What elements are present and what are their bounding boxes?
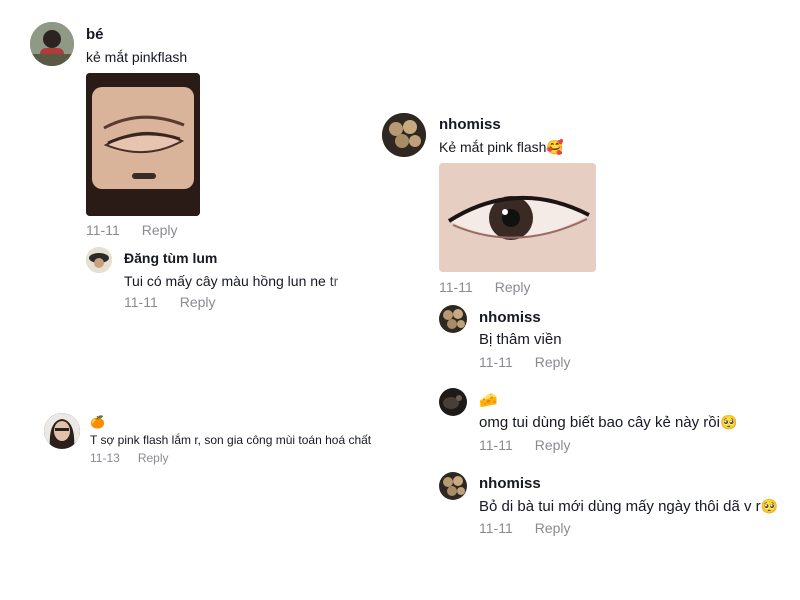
comment-date: 11-11 <box>86 222 120 238</box>
avatar[interactable] <box>86 247 112 273</box>
avatar[interactable] <box>439 472 467 500</box>
reply-text: Bị thâm viền <box>479 331 562 348</box>
comment-meta: 11-13 Reply <box>90 451 169 465</box>
reply-button[interactable]: Reply <box>495 279 531 295</box>
comment-date: 11-13 <box>90 451 120 465</box>
reply-text-body: Bỏ di bà tui mới dùng mấy ngày thôi dã v… <box>479 498 761 515</box>
pleading-face-icon: 🥺 <box>719 414 738 430</box>
comment-text-body: Kẻ mắt pink flash <box>439 139 547 155</box>
smiling-face-hearts-icon: 🥰 <box>546 139 564 155</box>
reply-date: 11-11 <box>479 437 513 453</box>
comment-author[interactable]: nhomiss <box>439 116 501 133</box>
reply-author[interactable]: nhomiss <box>479 475 541 492</box>
reply-text: Tui có mấy cây màu hồng lun ne tr <box>124 273 339 289</box>
comment-text: T sợ pink flash lắm r, son gia công mùi … <box>90 433 372 447</box>
avatar[interactable] <box>439 388 467 416</box>
avatar-photo-icon <box>439 472 467 500</box>
reply-text-body: omg tui dùng biết bao cây kẻ này rồi <box>479 414 720 431</box>
comment-photo[interactable] <box>439 163 596 272</box>
avatar[interactable] <box>44 413 80 449</box>
comment-date: 11-11 <box>439 279 473 295</box>
comment-author[interactable]: bé <box>86 26 104 43</box>
comment-photo[interactable] <box>86 73 200 216</box>
reply-date: 11-11 <box>479 520 513 536</box>
reply-button[interactable]: Reply <box>142 222 178 238</box>
eye-photo-icon <box>439 163 596 272</box>
reply-text: omg tui dùng biết bao cây kẻ này rồi🥺 <box>479 414 737 431</box>
reply-button[interactable]: Reply <box>180 294 216 310</box>
comment-meta: 11-11 Reply <box>86 222 178 238</box>
reply-author-emoji[interactable]: 🧀 <box>479 391 498 409</box>
reply-date: 11-11 <box>124 294 158 310</box>
reply-button[interactable]: Reply <box>138 451 169 465</box>
avatar[interactable] <box>382 113 426 157</box>
avatar-photo-icon <box>44 413 80 449</box>
comment-text: Kẻ mắt pink flash🥰 <box>439 139 564 156</box>
reply-button[interactable]: Reply <box>535 437 571 453</box>
eye-photo-icon <box>86 73 200 216</box>
reply-button[interactable]: Reply <box>535 520 571 536</box>
reply-meta: 11-11 Reply <box>124 294 216 310</box>
reply-meta: 11-11 Reply <box>479 354 571 370</box>
reply-meta: 11-11 Reply <box>479 437 571 453</box>
reply-meta: 11-11 Reply <box>479 520 571 536</box>
avatar-photo-icon <box>86 247 112 273</box>
avatar-photo-icon <box>439 305 467 333</box>
comment-text: kẻ mắt pinkflash <box>86 49 188 65</box>
avatar[interactable] <box>30 22 74 66</box>
reply-author[interactable]: nhomiss <box>479 309 541 326</box>
pleading-face-icon: 🥺 <box>760 498 779 514</box>
reply-author[interactable]: Đăng tùm lum <box>124 250 217 266</box>
comment-author-emoji[interactable]: 🍊 <box>90 415 105 429</box>
reply-date: 11-11 <box>479 354 513 370</box>
reply-button[interactable]: Reply <box>535 354 571 370</box>
comment-meta: 11-11 Reply <box>439 279 531 295</box>
avatar-photo-icon <box>30 22 74 66</box>
avatar[interactable] <box>439 305 467 333</box>
reply-text: Bỏ di bà tui mới dùng mấy ngày thôi dã v… <box>479 498 778 515</box>
avatar-photo-icon <box>439 388 467 416</box>
avatar-photo-icon <box>382 113 426 157</box>
